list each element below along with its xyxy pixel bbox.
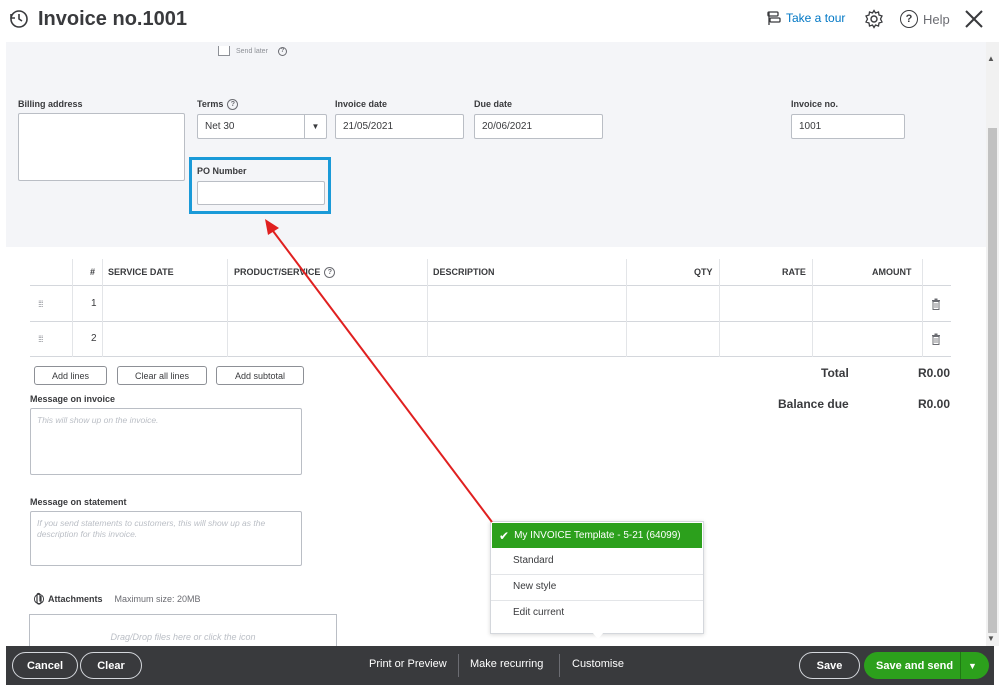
paperclip-icon[interactable] xyxy=(34,592,44,606)
row-number: 1 xyxy=(91,298,97,309)
customise-link[interactable]: Customise xyxy=(572,658,624,670)
drag-handle-icon[interactable]: ⁞⁞⁞ xyxy=(38,299,43,309)
col-divider xyxy=(227,259,228,357)
send-later-checkbox[interactable] xyxy=(218,46,230,56)
footer-bar: Cancel Clear Print or Preview Make recur… xyxy=(6,646,994,685)
help-icon: ? xyxy=(900,10,918,28)
col-product-service-text: PRODUCT/SERVICE xyxy=(234,267,321,277)
col-divider xyxy=(812,259,813,357)
template-option-new-style[interactable]: New style xyxy=(513,581,556,592)
total-value: R0.00 xyxy=(917,366,950,380)
col-service-date: SERVICE DATE xyxy=(108,267,174,277)
col-divider xyxy=(626,259,627,357)
terms-label-text: Terms xyxy=(197,99,224,109)
signpost-icon xyxy=(767,11,781,25)
col-divider xyxy=(719,259,720,357)
chevron-down-icon[interactable]: ▼ xyxy=(304,115,326,138)
po-number-label: PO Number xyxy=(197,166,247,176)
invoice-date-field[interactable]: 21/05/2021 xyxy=(335,114,464,139)
template-selected-label: My INVOICE Template - 5-21 (64099) xyxy=(514,530,681,541)
message-statement-input[interactable]: If you send statements to customers, thi… xyxy=(30,511,302,566)
footer-separator xyxy=(458,654,459,677)
page-title: Invoice no.1001 xyxy=(38,8,187,30)
menu-pointer xyxy=(592,632,604,639)
message-statement-label: Message on statement xyxy=(30,497,127,507)
billing-address-field[interactable] xyxy=(18,113,185,181)
product-info-icon[interactable]: ? xyxy=(324,267,336,279)
col-rate: RATE xyxy=(782,267,806,277)
add-subtotal-button[interactable]: Add subtotal xyxy=(216,366,304,385)
take-tour-link[interactable]: Take a tour xyxy=(766,10,845,26)
take-tour-label: Take a tour xyxy=(786,11,846,25)
save-and-send-label: Save and send xyxy=(876,659,954,672)
scroll-down-icon[interactable]: ▼ xyxy=(987,634,995,643)
help-label: Help xyxy=(923,11,950,27)
template-option-selected[interactable]: ✔ My INVOICE Template - 5-21 (64099) xyxy=(492,523,702,548)
col-amount: AMOUNT xyxy=(872,267,912,277)
message-invoice-input[interactable]: This will show up on the invoice. xyxy=(30,408,302,475)
attachment-dropzone[interactable]: Drag/Drop files here or click the icon xyxy=(29,614,337,648)
terms-info-icon[interactable]: ? xyxy=(227,99,239,111)
max-size-label: Maximum size: 20MB xyxy=(114,594,201,604)
col-qty: QTY xyxy=(694,267,713,277)
invoice-header: Invoice no.1001 Take a tour ? Help xyxy=(0,0,999,42)
drag-handle-icon[interactable]: ⁞⁞⁞ xyxy=(38,334,43,344)
col-num: # xyxy=(90,267,96,277)
invoice-no-label: Invoice no. xyxy=(791,99,839,109)
help-button[interactable]: ? Help xyxy=(900,10,950,28)
col-description: DESCRIPTION xyxy=(433,267,495,277)
chevron-down-icon[interactable]: ▼ xyxy=(968,661,977,671)
terms-label: Terms? xyxy=(197,99,239,111)
invoice-no-field[interactable]: 1001 xyxy=(791,114,905,139)
menu-divider xyxy=(491,574,703,575)
close-icon[interactable] xyxy=(963,8,985,30)
history-icon[interactable] xyxy=(8,8,30,30)
menu-divider xyxy=(491,600,703,601)
attachments-label: Attachments xyxy=(48,594,103,604)
terms-select[interactable]: Net 30 ▼ xyxy=(197,114,327,139)
invoice-date-label: Invoice date xyxy=(335,99,388,109)
col-divider xyxy=(72,259,73,357)
scroll-up-icon[interactable]: ▲ xyxy=(987,54,995,63)
col-divider xyxy=(102,259,103,357)
terms-value: Net 30 xyxy=(205,121,235,132)
po-number-field[interactable] xyxy=(197,181,325,205)
gear-icon[interactable] xyxy=(864,9,884,29)
footer-separator xyxy=(559,654,560,677)
template-option-edit-current[interactable]: Edit current xyxy=(513,607,564,618)
cancel-button[interactable]: Cancel xyxy=(12,652,78,679)
col-product-service: PRODUCT/SERVICE? xyxy=(234,267,336,279)
check-icon: ✔ xyxy=(499,528,510,543)
save-button[interactable]: Save xyxy=(799,652,860,679)
make-recurring-link[interactable]: Make recurring xyxy=(470,658,543,670)
balance-due-value: R0.00 xyxy=(917,397,950,411)
send-later-label: Send later xyxy=(236,47,268,55)
send-later-option[interactable]: Send later ? xyxy=(218,46,287,56)
split-divider xyxy=(960,652,961,679)
attachments-section: Attachments Maximum size: 20MB xyxy=(34,592,201,606)
col-divider xyxy=(922,259,923,357)
save-and-send-button[interactable]: Save and send ▼ xyxy=(864,652,989,679)
row-number: 2 xyxy=(91,333,97,344)
info-icon[interactable]: ? xyxy=(277,46,287,56)
template-option-standard[interactable]: Standard xyxy=(513,555,554,566)
template-menu: ✔ My INVOICE Template - 5-21 (64099) Sta… xyxy=(490,521,704,634)
trash-icon[interactable] xyxy=(931,298,941,310)
billing-address-label: Billing address xyxy=(18,99,83,109)
add-lines-button[interactable]: Add lines xyxy=(34,366,107,385)
clear-all-lines-button[interactable]: Clear all lines xyxy=(117,366,207,385)
due-date-label: Due date xyxy=(474,99,513,109)
clear-button[interactable]: Clear xyxy=(80,652,142,679)
print-preview-link[interactable]: Print or Preview xyxy=(369,658,447,670)
trash-icon[interactable] xyxy=(931,333,941,345)
total-label: Total xyxy=(821,366,849,380)
message-invoice-label: Message on invoice xyxy=(30,394,116,404)
col-divider xyxy=(427,259,428,357)
due-date-field[interactable]: 20/06/2021 xyxy=(474,114,603,139)
balance-due-label: Balance due xyxy=(778,397,849,411)
scrollbar-thumb[interactable] xyxy=(988,128,997,633)
